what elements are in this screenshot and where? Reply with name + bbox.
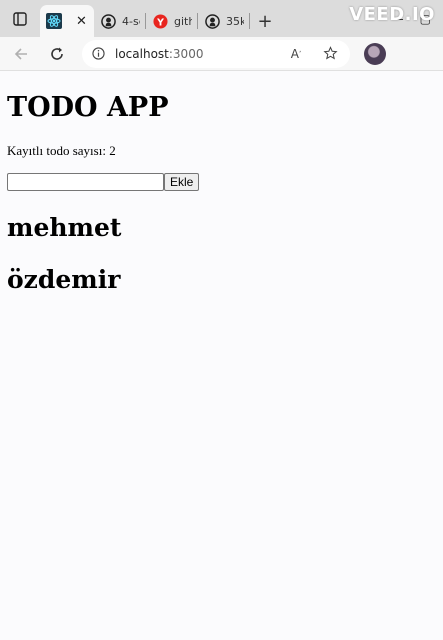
url-text[interactable]: localhost:3000 (115, 47, 203, 61)
profile-avatar[interactable] (364, 42, 386, 65)
tab-actions-icon (13, 11, 27, 26)
url-port: :3000 (168, 46, 204, 61)
tab-github-2[interactable]: 35ka (198, 5, 250, 37)
tab-yandex[interactable]: Y gith (146, 5, 198, 37)
yandex-icon: Y (152, 13, 168, 29)
browser-toolbar: localhost:3000 Aʼ (0, 37, 443, 71)
address-bar-actions: Aʼ (286, 44, 340, 64)
back-button[interactable] (6, 39, 36, 69)
tab-strip: ✕ 4-se Y gith 35ka + — ▢ VEED.IO (0, 0, 443, 37)
url-host: localhost (115, 46, 169, 61)
watermark-logo: VEED.IO (349, 4, 435, 25)
address-bar[interactable]: localhost:3000 Aʼ (82, 39, 350, 68)
favorite-star-icon[interactable] (320, 44, 340, 64)
read-aloud-icon[interactable]: Aʼ (286, 44, 306, 64)
reload-icon (51, 47, 63, 60)
github-icon (204, 13, 220, 29)
todo-input[interactable] (7, 173, 164, 191)
react-icon (46, 13, 62, 29)
info-icon[interactable] (92, 47, 105, 60)
tab-actions-button[interactable] (0, 0, 40, 37)
todo-form: Ekle (7, 173, 200, 191)
tab-active[interactable]: ✕ (40, 5, 94, 37)
back-arrow-icon (14, 47, 27, 60)
todo-item: özdemir (7, 265, 121, 294)
tab-github-1[interactable]: 4-se (94, 5, 146, 37)
todo-count-text: Kayıtlı todo sayısı: 2 (7, 143, 116, 158)
svg-text:Y: Y (156, 17, 164, 28)
add-button[interactable]: Ekle (164, 173, 200, 191)
tab-close-button[interactable]: ✕ (76, 14, 87, 29)
tab-title: gith (174, 14, 192, 28)
todo-item: mehmet (7, 213, 122, 242)
page-title: TODO APP (7, 92, 169, 123)
tab-title: 4-se (122, 14, 140, 28)
new-tab-button[interactable]: + (250, 5, 280, 37)
todo-list: mehmet özdemir (7, 213, 121, 317)
tab-title: 35ka (226, 14, 244, 28)
github-icon (100, 13, 116, 29)
page-content: TODO APP Kayıtlı todo sayısı: 2 Ekle meh… (0, 72, 443, 640)
reload-button[interactable] (42, 39, 72, 69)
